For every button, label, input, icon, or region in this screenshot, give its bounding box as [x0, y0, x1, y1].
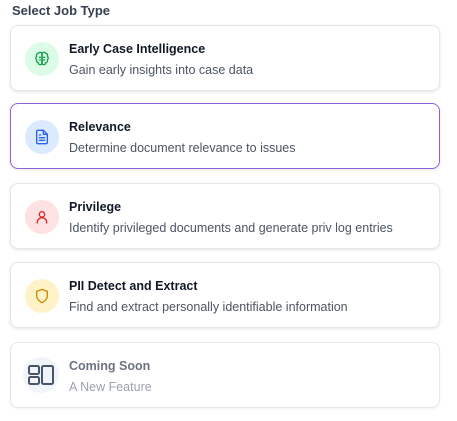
- job-type-card-relevance[interactable]: Relevance Determine document relevance t…: [10, 103, 440, 169]
- job-type-description: Gain early insights into case data: [69, 63, 254, 77]
- job-type-description: A New Feature: [69, 380, 152, 394]
- job-type-selector: Select Job Type Early Case Intelligence …: [0, 0, 457, 421]
- brain-icon: [25, 42, 59, 76]
- layout-icon: [23, 357, 59, 393]
- job-type-card-privilege[interactable]: Privilege Identify privileged documents …: [10, 183, 440, 249]
- section-title: Select Job Type: [12, 3, 111, 18]
- job-type-description: Determine document relevance to issues: [69, 141, 296, 155]
- user-icon: [25, 200, 59, 234]
- job-type-card-pii-detect[interactable]: PII Detect and Extract Find and extract …: [10, 262, 440, 328]
- job-type-description: Identify privileged documents and genera…: [69, 221, 393, 235]
- job-type-title: PII Detect and Extract: [69, 279, 198, 293]
- job-type-title: Privilege: [69, 200, 122, 214]
- job-type-card-early-case-intelligence[interactable]: Early Case Intelligence Gain early insig…: [10, 25, 440, 91]
- job-type-card-coming-soon: Coming Soon A New Feature: [10, 342, 440, 408]
- job-type-title: Coming Soon: [69, 359, 151, 373]
- job-type-title: Relevance: [69, 120, 131, 134]
- shield-icon: [25, 279, 59, 313]
- document-icon: [25, 120, 59, 154]
- job-type-title: Early Case Intelligence: [69, 42, 206, 56]
- job-type-description: Find and extract personally identifiable…: [69, 300, 348, 314]
